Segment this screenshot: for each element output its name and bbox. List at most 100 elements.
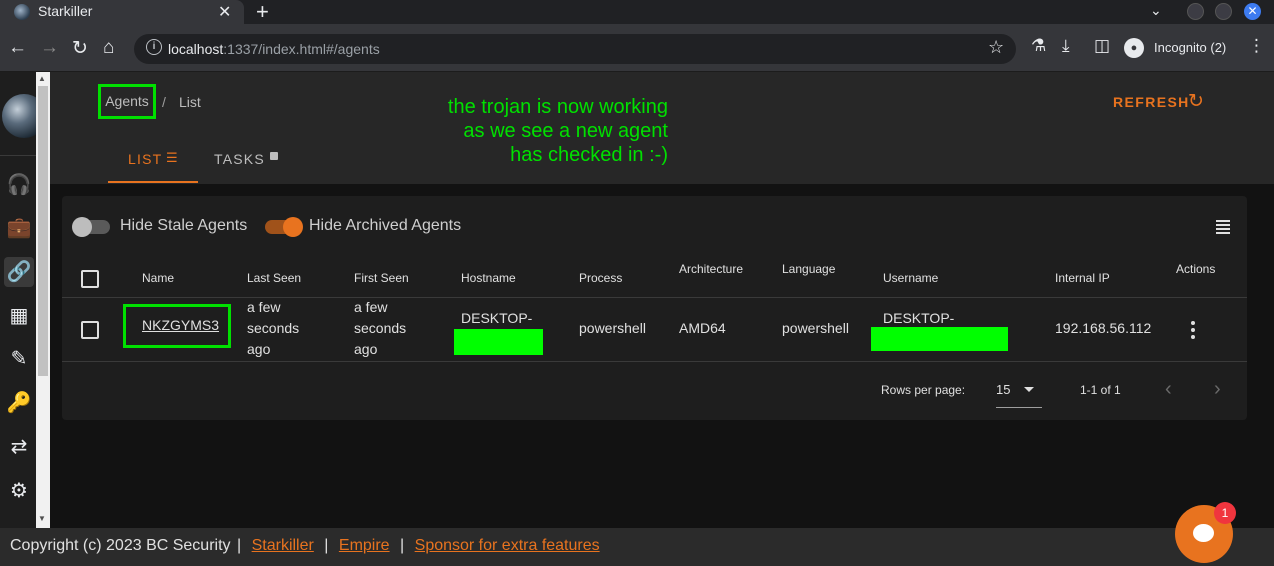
hide-archived-label: Hide Archived Agents bbox=[309, 217, 462, 234]
agents-link-icon[interactable]: 🔗 bbox=[4, 257, 34, 287]
forward-arrow-icon[interactable]: → bbox=[40, 37, 59, 59]
tab-close-icon[interactable]: ✕ bbox=[218, 2, 231, 22]
download-icon[interactable]: ⤓ bbox=[1062, 36, 1070, 56]
tab-search-chevron-icon[interactable]: ⌄ bbox=[1150, 2, 1162, 19]
starkiller-favicon-icon bbox=[14, 4, 30, 20]
modules-grid-icon[interactable]: ▦ bbox=[4, 301, 34, 331]
window-close-button[interactable]: ✕ bbox=[1244, 3, 1261, 20]
annotation-text: the trojan is now working as we see a ne… bbox=[447, 96, 668, 166]
home-icon[interactable]: ⌂ bbox=[103, 37, 114, 59]
sponsor-link[interactable]: Sponsor for extra features bbox=[415, 537, 600, 554]
row-actions-menu-icon[interactable] bbox=[1188, 321, 1198, 339]
last-seen-cell: a few seconds ago bbox=[247, 299, 300, 357]
select-all-checkbox[interactable] bbox=[81, 270, 99, 288]
column-header-name[interactable]: Name bbox=[142, 271, 174, 285]
username-cell: DESKTOP- bbox=[883, 310, 955, 326]
browser-toolbar: ← → ↻ ⌂ i localhost:1337/index.html#/age… bbox=[0, 24, 1274, 72]
page-header: Agents / List the trojan is now working … bbox=[50, 72, 1274, 184]
address-bar[interactable]: i localhost:1337/index.html#/agents ☆ bbox=[134, 34, 1016, 64]
scroll-down-arrow-icon[interactable]: ▼ bbox=[38, 514, 46, 523]
shuffle-icon[interactable]: ⇄ bbox=[4, 432, 34, 462]
caret-down-icon bbox=[1024, 387, 1034, 392]
starkiller-link[interactable]: Starkiller bbox=[252, 537, 314, 554]
new-tab-button[interactable]: + bbox=[256, 0, 269, 25]
column-header-language[interactable]: Language bbox=[782, 262, 835, 276]
side-navigation: 🎧 💼 🔗 ▦ ✎ 🔑 ⇄ ⚙ bbox=[0, 72, 38, 528]
empire-link[interactable]: Empire bbox=[339, 537, 390, 554]
window-minimize-button[interactable] bbox=[1187, 3, 1204, 20]
chat-notification-badge: 1 bbox=[1214, 502, 1236, 524]
reload-icon[interactable]: ↻ bbox=[72, 37, 88, 60]
username-redaction bbox=[871, 327, 1008, 351]
list-icon: ☰ bbox=[166, 150, 178, 165]
scroll-up-arrow-icon[interactable]: ▲ bbox=[38, 74, 46, 83]
tab-list[interactable]: LIST ☰ bbox=[108, 134, 198, 183]
column-header-architecture[interactable]: Architecture bbox=[679, 262, 743, 276]
site-info-icon[interactable]: i bbox=[146, 39, 162, 55]
incognito-label: Incognito (2) bbox=[1154, 40, 1227, 55]
refresh-button[interactable]: REFRESH bbox=[1113, 94, 1190, 110]
extension-flask-icon[interactable]: ⚗ bbox=[1031, 36, 1046, 56]
previous-page-chevron-icon[interactable]: ‹ bbox=[1165, 378, 1172, 401]
next-page-chevron-icon[interactable]: › bbox=[1214, 378, 1221, 401]
tab-tasks[interactable]: TASKS bbox=[208, 134, 288, 183]
starkiller-logo-avatar[interactable] bbox=[2, 94, 37, 138]
column-chooser-icon[interactable] bbox=[1216, 220, 1230, 234]
language-cell: powershell bbox=[782, 320, 849, 336]
copyright-text: Copyright (c) 2023 BC Security bbox=[10, 537, 231, 554]
plugins-tool-icon[interactable]: ✎ bbox=[4, 344, 34, 374]
first-seen-cell: a few seconds ago bbox=[354, 299, 407, 357]
column-header-first-seen[interactable]: First Seen bbox=[354, 271, 409, 285]
agent-name-link[interactable]: NKZGYMS3 bbox=[142, 317, 219, 333]
rows-per-page-select[interactable]: 15 bbox=[996, 376, 1042, 408]
refresh-icon[interactable]: ↻ bbox=[1188, 90, 1204, 113]
url-text[interactable]: localhost:1337/index.html#/agents bbox=[168, 41, 380, 57]
breadcrumb-separator: / bbox=[162, 94, 166, 110]
hostname-cell: DESKTOP- bbox=[461, 310, 533, 326]
nav-divider bbox=[0, 155, 37, 156]
toggle-knob bbox=[283, 217, 303, 237]
settings-shield-icon[interactable]: ⚙ bbox=[4, 476, 34, 506]
tab-title: Starkiller bbox=[38, 3, 93, 19]
column-header-username[interactable]: Username bbox=[883, 271, 938, 285]
hostname-redaction bbox=[454, 329, 543, 355]
agents-card: Hide Stale Agents Hide Archived Agents N… bbox=[62, 196, 1247, 420]
back-arrow-icon[interactable]: ← bbox=[8, 37, 27, 59]
column-header-process[interactable]: Process bbox=[579, 271, 622, 285]
chat-bubble-icon bbox=[1193, 524, 1214, 542]
agent-name-highlight: NKZGYMS3 bbox=[123, 304, 231, 348]
footer: Copyright (c) 2023 BC Security | Starkil… bbox=[0, 528, 1274, 566]
page-range: 1-1 of 1 bbox=[1080, 383, 1121, 397]
architecture-cell: AMD64 bbox=[679, 320, 726, 336]
footer-separator: | bbox=[400, 537, 405, 554]
credentials-key-icon[interactable]: 🔑 bbox=[4, 388, 34, 418]
stagers-briefcase-icon[interactable]: 💼 bbox=[4, 213, 34, 243]
window-maximize-button[interactable] bbox=[1215, 3, 1232, 20]
breadcrumb-agents[interactable]: Agents bbox=[98, 84, 156, 119]
browser-tab[interactable]: Starkiller ✕ bbox=[0, 0, 244, 24]
scroll-thumb[interactable] bbox=[38, 86, 48, 376]
row-divider bbox=[62, 361, 1247, 362]
bookmark-star-icon[interactable]: ☆ bbox=[988, 37, 1004, 58]
nav-scrollbar[interactable]: ▲ ▼ bbox=[36, 72, 50, 528]
header-divider bbox=[62, 297, 1247, 298]
breadcrumb-list: List bbox=[179, 94, 201, 110]
incognito-indicator[interactable]: ● Incognito (2) bbox=[1120, 35, 1226, 61]
hide-archived-toggle[interactable] bbox=[265, 217, 303, 237]
active-tab-indicator bbox=[108, 181, 198, 183]
column-header-internal-ip[interactable]: Internal IP bbox=[1055, 271, 1110, 285]
side-panel-icon[interactable]: ◫ bbox=[1094, 36, 1110, 56]
column-header-hostname[interactable]: Hostname bbox=[461, 271, 516, 285]
process-cell: powershell bbox=[579, 320, 646, 336]
browser-menu-icon[interactable]: ⋮ bbox=[1248, 36, 1265, 56]
listeners-headphones-icon[interactable]: 🎧 bbox=[4, 170, 34, 200]
row-select-checkbox[interactable] bbox=[81, 321, 99, 339]
column-header-last-seen[interactable]: Last Seen bbox=[247, 271, 301, 285]
tab-tasks-label: TASKS bbox=[214, 151, 265, 167]
footer-text: Copyright (c) 2023 BC Security | Starkil… bbox=[10, 537, 600, 555]
hide-stale-toggle[interactable] bbox=[72, 217, 110, 237]
tab-list-label: LIST bbox=[128, 151, 163, 167]
incognito-icon: ● bbox=[1124, 38, 1144, 58]
column-header-actions: Actions bbox=[1176, 262, 1216, 276]
internal-ip-cell: 192.168.56.112 bbox=[1055, 320, 1152, 336]
